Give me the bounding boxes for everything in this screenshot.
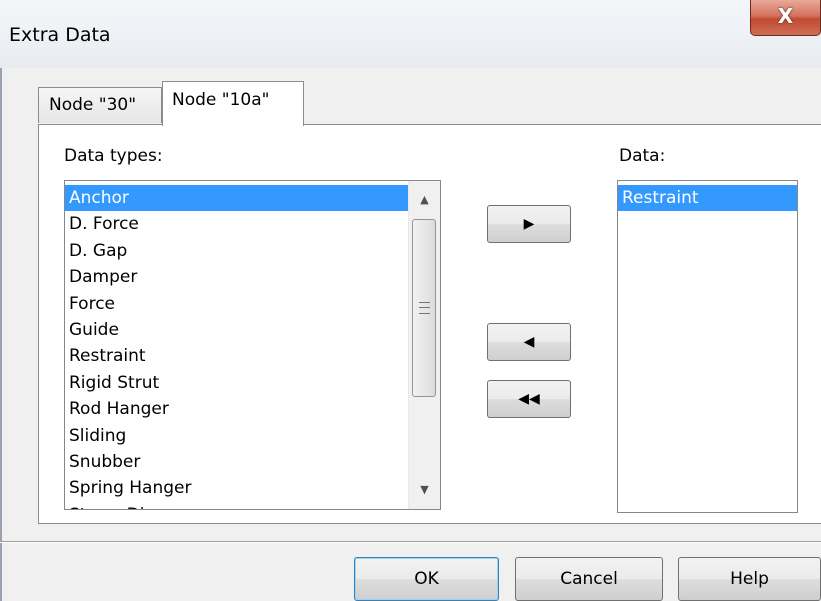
list-item[interactable]: Restraint [65, 343, 440, 369]
list-item[interactable]: Force [65, 291, 440, 317]
list-item[interactable]: Anchor [65, 185, 440, 212]
right-arrow-icon: ▶ [523, 216, 535, 232]
left-arrow-icon: ◀ [523, 334, 535, 350]
data-types-listbox[interactable]: Anchor D. Force D. Gap Damper Force Guide Rest… [64, 180, 441, 510]
data-listbox[interactable]: Restraint [617, 180, 798, 513]
remove-button[interactable]: ◀ [487, 323, 571, 361]
scrollbar-thumb[interactable] [412, 219, 436, 397]
data-items: Restraint [618, 181, 797, 212]
tab-node-10a[interactable]: Node "10a" [162, 81, 304, 126]
scroll-up-icon[interactable]: ▲ [409, 185, 440, 215]
help-button[interactable]: Help [678, 557, 821, 601]
title-bar[interactable]: Extra Data X [0, 0, 821, 68]
list-item[interactable]: Snubber [65, 449, 440, 475]
list-item[interactable]: Spring Hanger [65, 475, 440, 501]
list-item[interactable]: Sliding [65, 423, 440, 449]
ok-button[interactable]: OK [354, 557, 499, 601]
data-types-items: Anchor D. Force D. Gap Damper Force Guide Rest… [65, 181, 440, 509]
list-item[interactable]: Restraint [618, 185, 797, 212]
remove-all-button[interactable]: ◀◀ [487, 380, 571, 418]
list-item[interactable]: Stress Disc. [65, 502, 440, 509]
double-left-arrow-icon: ◀◀ [518, 391, 540, 407]
grip-icon [419, 302, 430, 314]
list-item[interactable]: D. Gap [65, 238, 440, 264]
list-item[interactable]: Guide [65, 317, 440, 343]
list-item[interactable]: Damper [65, 264, 440, 290]
close-button[interactable]: X [750, 0, 821, 36]
list-item[interactable]: Rigid Strut [65, 370, 440, 396]
footer-separator [0, 541, 821, 543]
data-types-scrollbar[interactable]: ▲ ▼ [408, 181, 440, 509]
list-item[interactable]: Rod Hanger [65, 396, 440, 422]
cancel-button[interactable]: Cancel [515, 557, 663, 601]
data-label: Data: [619, 146, 666, 166]
close-icon: X [777, 4, 794, 28]
data-types-label: Data types: [64, 146, 163, 166]
window-border [0, 0, 2, 601]
scroll-down-icon[interactable]: ▼ [409, 475, 440, 505]
add-button[interactable]: ▶ [487, 205, 571, 243]
extra-data-dialog: Extra Data X Node "30" Node "10a" Data t… [0, 0, 821, 601]
list-item[interactable]: D. Force [65, 211, 440, 237]
window-title: Extra Data [9, 24, 111, 46]
tab-node-30[interactable]: Node "30" [38, 87, 162, 123]
